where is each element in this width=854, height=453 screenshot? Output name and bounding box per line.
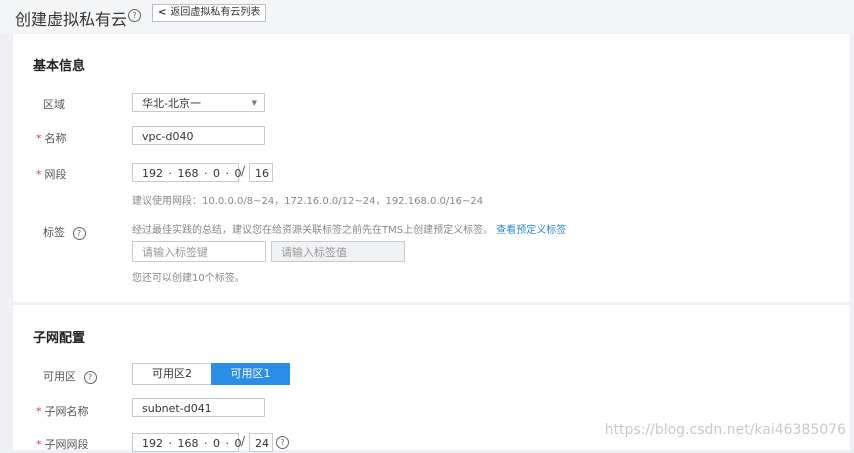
cidr-suggestion: 建议使用网段：10.0.0.0/8~24，172.16.0.0/12~24，19… (132, 196, 484, 207)
subnet-config-title: 子网配置 (33, 331, 86, 346)
page-title: 创建虚拟私有云 (15, 10, 128, 29)
az-label: 可用区 ? (43, 368, 97, 384)
name-label: * 名称 (36, 132, 67, 145)
subnet-cidr-ip-input[interactable]: 192 · 168 · 0 · 0 (132, 433, 242, 452)
vpc-name-input[interactable]: vpc-d040 (132, 126, 265, 145)
subnet-cidr-octet-1: 192 (142, 437, 163, 450)
tag-value-input[interactable]: 请输入标签值 (271, 241, 405, 262)
az-option-1[interactable]: 可用区1 (211, 363, 290, 385)
cidr-slash: / (241, 164, 246, 178)
subnet-cidr-octet-2: 168 (177, 437, 199, 450)
cidr-label: * 网段 (36, 168, 67, 181)
required-marker: * (36, 132, 42, 145)
help-icon[interactable]: ? (128, 9, 141, 22)
required-marker: * (36, 168, 42, 181)
cidr-mask-input[interactable]: 16 (249, 163, 273, 182)
subnet-cidr-slash: / (241, 434, 246, 448)
tags-remaining-hint: 您还可以创建10个标签。 (132, 273, 245, 284)
help-icon[interactable]: ? (83, 370, 97, 384)
tags-hint: 经过最佳实践的总结，建议您在给资源关联标签之前先在TMS上创建预定义标签。 查看… (132, 225, 567, 236)
tag-key-input[interactable]: 请输入标签键 (132, 241, 266, 262)
basic-info-title: 基本信息 (33, 59, 86, 74)
subnet-cidr-octet-3: 0 (213, 437, 220, 450)
view-predefined-tags-link[interactable]: 查看预定义标签 (496, 225, 566, 236)
page-header: 创建虚拟私有云 ? < 返回虚拟私有云列表 (0, 0, 854, 33)
az-option-2[interactable]: 可用区2 (132, 363, 212, 385)
cidr-octet-3: 0 (213, 167, 220, 180)
back-button-label: 返回虚拟私有云列表 (170, 7, 261, 18)
cidr-ip-input[interactable]: 192 · 168 · 0 · 0 (132, 163, 242, 182)
required-marker: * (36, 405, 42, 418)
subnet-name-input[interactable]: subnet-d041 (132, 398, 265, 417)
region-value: 华北-北京一 (142, 97, 201, 110)
region-select[interactable]: 华北-北京一 ▼ (132, 93, 265, 112)
help-icon[interactable]: ? (276, 436, 289, 449)
required-marker: * (36, 438, 42, 451)
tags-label: 标签 ? (43, 224, 86, 240)
region-label: 区域 (43, 98, 65, 111)
cidr-octet-1: 192 (142, 167, 163, 180)
help-icon[interactable]: ? (72, 226, 86, 240)
watermark: https://blog.csdn.net/kai46385076 (604, 422, 846, 438)
cidr-octet-2: 168 (177, 167, 199, 180)
back-to-vpc-list-button[interactable]: < 返回虚拟私有云列表 (152, 4, 267, 22)
subnet-cidr-mask-input[interactable]: 24 (249, 433, 273, 452)
chevron-left-icon: < (158, 7, 167, 18)
chevron-down-icon: ▼ (251, 99, 257, 107)
subnet-name-label: * 子网名称 (36, 405, 89, 418)
basic-info-card: 基本信息 区域 华北-北京一 ▼ * 名称 vpc-d040 * 网段 192 · … (13, 34, 850, 302)
